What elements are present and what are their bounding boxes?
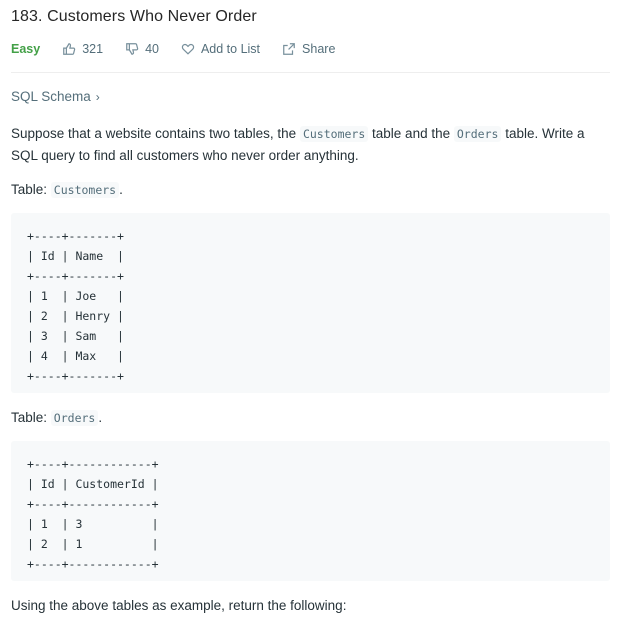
dislike-count: 40 <box>145 42 159 56</box>
customers-table-line: +----+-------+ <box>27 229 124 243</box>
customers-table-line: | 2 | Henry | <box>27 309 124 323</box>
table1-name: Customers <box>50 182 120 198</box>
header-divider <box>11 72 610 73</box>
customers-table-line: | 1 | Joe | <box>27 289 124 303</box>
customers-table-code: Customers <box>299 126 369 142</box>
customers-table-block: +----+-------+ | Id | Name | +----+-----… <box>11 213 610 393</box>
table2-label: Table: <box>11 410 48 425</box>
orders-table-line: +----+------------+ <box>27 557 159 571</box>
table1-label: Table: <box>11 182 48 197</box>
like-count: 321 <box>82 42 104 56</box>
thumbs-down-icon <box>126 43 139 55</box>
customers-table-line: | 3 | Sam | <box>27 329 124 343</box>
customers-table-line: +----+-------+ <box>27 369 124 383</box>
orders-table-line: +----+------------+ <box>27 457 159 471</box>
dislike-button[interactable]: 40 <box>125 42 159 56</box>
sql-schema-link[interactable]: SQL Schema › <box>11 89 100 104</box>
share-icon <box>283 43 295 55</box>
closing-text: Using the above tables as example, retur… <box>11 598 347 613</box>
orders-table-block: +----+------------+ | Id | CustomerId | … <box>11 441 610 581</box>
customers-table-line: | 4 | Max | <box>27 349 124 363</box>
problem-meta-bar: Easy 321 40 Add to List Share <box>11 40 357 58</box>
orders-table-line: | Id | CustomerId | <box>27 477 159 491</box>
intro-text-2: table and the <box>372 126 451 141</box>
intro-text-4: SQL query to find all customers who neve… <box>11 148 359 163</box>
table2-name: Orders <box>50 410 99 426</box>
orders-table-line: +----+------------+ <box>27 497 159 511</box>
difficulty-badge: Easy <box>11 42 41 56</box>
orders-table-line: | 2 | 1 | <box>27 537 159 551</box>
chevron-right-icon: › <box>95 89 100 104</box>
share-label: Share <box>302 42 336 56</box>
orders-table-code: Orders <box>453 126 502 142</box>
orders-table-line: | 1 | 3 | <box>27 517 159 531</box>
table2-caption: Table: Orders. <box>11 407 102 429</box>
table1-period: . <box>119 182 123 197</box>
like-button[interactable]: 321 <box>62 42 103 56</box>
share-button[interactable]: Share <box>282 42 335 56</box>
add-to-list-label: Add to List <box>200 42 261 56</box>
thumbs-up-icon <box>63 43 76 55</box>
heart-icon <box>181 43 195 55</box>
customers-table-line: | Id | Name | <box>27 249 124 263</box>
problem-statement: Suppose that a website contains two tabl… <box>11 123 611 166</box>
table1-caption: Table: Customers. <box>11 179 123 201</box>
problem-title: 183. Customers Who Never Order <box>11 8 257 25</box>
customers-table-line: +----+-------+ <box>27 269 124 283</box>
add-to-list-button[interactable]: Add to List <box>181 42 260 56</box>
problem-description-panel: 183. Customers Who Never Order Easy 321 … <box>0 0 623 622</box>
intro-text-1: Suppose that a website contains two tabl… <box>11 126 297 141</box>
sql-schema-label: SQL Schema <box>11 89 91 104</box>
table2-period: . <box>98 410 103 425</box>
intro-text-3: table. Write a <box>505 126 585 141</box>
